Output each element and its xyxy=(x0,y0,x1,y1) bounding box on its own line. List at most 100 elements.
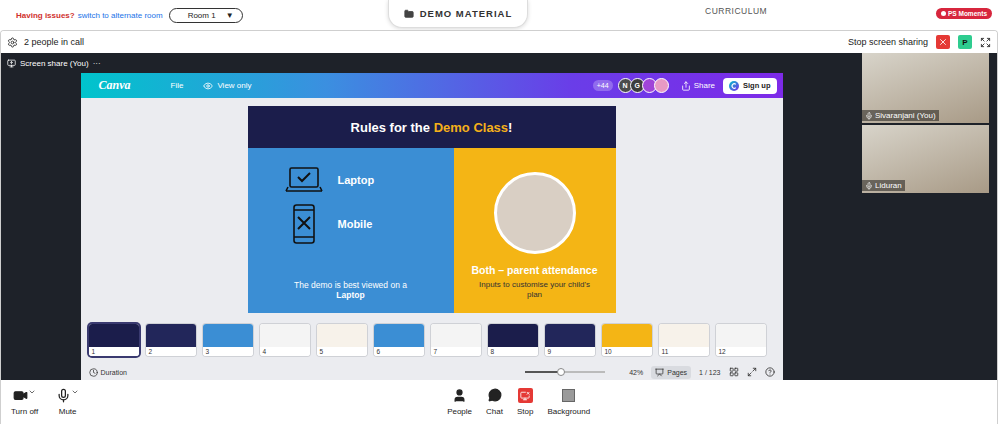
clock-icon xyxy=(89,368,98,377)
top-bar: Having issues?switch to alternate room Ro… xyxy=(0,0,1000,30)
participant-name: Sivaranjani (You) xyxy=(862,110,939,121)
issue-text: Having issues? xyxy=(16,11,75,20)
page-thumbnail[interactable]: 7 xyxy=(431,324,481,356)
alternate-room-link[interactable]: switch to alternate room xyxy=(78,11,163,20)
device-panel: Laptop Mobile The demo is best viewed on a… xyxy=(248,148,454,313)
page-number: 2 xyxy=(146,347,196,356)
mic-icon xyxy=(865,112,873,120)
collaborator-count: +44 xyxy=(593,80,613,91)
toolbar-button[interactable]: Stop xyxy=(517,388,533,416)
expand-icon[interactable] xyxy=(980,37,991,48)
page-number: 12 xyxy=(716,347,766,356)
zoom-slider[interactable] xyxy=(525,371,605,373)
page-number: 3 xyxy=(203,347,253,356)
laptop-icon xyxy=(285,166,323,194)
mic-icon xyxy=(56,388,71,403)
room-value: Room 1 xyxy=(188,11,216,20)
folder-icon xyxy=(404,9,414,19)
top-tab[interactable]: CURRICULUM xyxy=(705,6,767,16)
screen-share-icon xyxy=(7,59,16,68)
page-thumbnail[interactable]: 1 xyxy=(89,324,139,356)
page-thumbnail[interactable]: 3 xyxy=(203,324,253,356)
parents-photo xyxy=(494,172,576,254)
canva-logo: Canva xyxy=(99,78,131,93)
page-thumbnail[interactable]: 8 xyxy=(488,324,538,356)
call-frame: 2 people in callStop screen sharingPScre… xyxy=(0,30,998,424)
user-avatar[interactable]: P xyxy=(958,35,972,49)
page-thumbnail[interactable]: 5 xyxy=(317,324,367,356)
canva-mark-icon xyxy=(729,81,739,91)
mobile-icon xyxy=(292,204,316,244)
page-thumbnail[interactable]: 12 xyxy=(716,324,766,356)
pages-button[interactable]: Pages xyxy=(651,366,691,379)
chevron-icon xyxy=(28,388,36,396)
avatar-photo[interactable] xyxy=(654,78,669,93)
page-number: 11 xyxy=(659,347,709,356)
call-stage: Screen share (You)···CanvaFileView only+… xyxy=(1,53,997,380)
call-header: 2 people in call Stop screen sharing P xyxy=(1,31,997,53)
page-thumbnail[interactable]: 10 xyxy=(602,324,652,356)
page-thumbnail[interactable]: 6 xyxy=(374,324,424,356)
camera-icon xyxy=(13,388,28,403)
toolbar-button[interactable]: Mute xyxy=(56,388,79,416)
room-select[interactable]: Room 1 ▼ xyxy=(169,8,243,23)
stop-sharing-button[interactable] xyxy=(936,35,950,49)
people-icon xyxy=(452,388,467,403)
device-row: Laptop xyxy=(284,166,446,194)
toolbar-button[interactable]: Background xyxy=(547,388,590,416)
screen-share-menu[interactable]: ··· xyxy=(93,59,101,68)
device-note: The demo is best viewed on a Laptop xyxy=(292,280,410,301)
help-icon[interactable] xyxy=(765,367,775,377)
participants: Sivaranjani (You) Liduran xyxy=(862,53,997,380)
zoom-knob[interactable] xyxy=(557,368,565,376)
chevron-icon xyxy=(71,388,79,396)
toolbar-button[interactable]: Chat xyxy=(486,388,503,416)
page-number: 9 xyxy=(545,347,595,356)
canva-footer: Duration42%Pages1 / 123 xyxy=(81,363,783,381)
duration-button[interactable]: Duration xyxy=(89,368,127,377)
page-thumbnail[interactable]: 9 xyxy=(545,324,595,356)
grid-icon[interactable] xyxy=(729,367,739,377)
page-thumbnail[interactable]: 2 xyxy=(146,324,196,356)
toolbar-button[interactable]: People xyxy=(447,388,472,416)
sign-up-button[interactable]: Sign up xyxy=(723,78,777,94)
page-number: 6 xyxy=(374,347,424,356)
page-number: 10 xyxy=(602,347,652,356)
moments-badge[interactable]: PS Moments xyxy=(936,8,992,19)
canva-header: Canva File View only +44 NG Share Sign up xyxy=(81,73,783,98)
page-number: 7 xyxy=(431,347,481,356)
page-thumbnail[interactable]: 11 xyxy=(659,324,709,356)
share-button[interactable]: Share xyxy=(681,81,715,91)
canva-menu-item[interactable]: File xyxy=(171,81,184,90)
view-mode[interactable]: View only xyxy=(203,81,251,91)
issue-notice: Having issues?switch to alternate room Ro… xyxy=(16,8,388,23)
chat-icon xyxy=(488,388,502,402)
meeting-page: Having issues?switch to alternate room Ro… xyxy=(0,0,1000,424)
top-tab[interactable]: DEMO MATERIAL xyxy=(388,0,528,28)
page-number: 1 xyxy=(89,347,139,356)
attendance-heading: Both – parent attendance xyxy=(471,264,597,276)
slide: Rules for the Demo Class! Laptop Mobile The… xyxy=(248,106,616,313)
page-thumbnails: 123456789101112 xyxy=(81,324,783,356)
stop-sharing-label: Stop screen sharing xyxy=(848,37,928,47)
device-row: Mobile xyxy=(284,204,446,244)
fullscreen-icon[interactable] xyxy=(747,367,757,377)
canva-window: Canva File View only +44 NG Share Sign up Rules… xyxy=(81,73,783,381)
page-number: 4 xyxy=(260,347,310,356)
eye-icon xyxy=(203,81,213,91)
room-arrow: ▼ xyxy=(226,11,234,20)
slide-title: Rules for the Demo Class! xyxy=(248,106,616,148)
people-count: 2 people in call xyxy=(24,37,84,47)
pages-icon xyxy=(655,368,664,377)
participant-tile: Liduran xyxy=(862,125,989,193)
mic-icon xyxy=(865,182,873,190)
stop-share-icon xyxy=(518,388,533,403)
attendance-panel: Both – parent attendanceInputs to custom… xyxy=(454,148,616,313)
toolbar-button[interactable]: Turn off xyxy=(11,388,38,416)
screen-share-area: Screen share (You)···CanvaFileView only+… xyxy=(1,53,862,380)
gear-icon[interactable] xyxy=(7,37,18,48)
page-thumbnail[interactable]: 4 xyxy=(260,324,310,356)
zoom-reading: 42% xyxy=(629,369,643,376)
page-number: 5 xyxy=(317,347,367,356)
collaborator-avatars: NG xyxy=(621,78,669,93)
